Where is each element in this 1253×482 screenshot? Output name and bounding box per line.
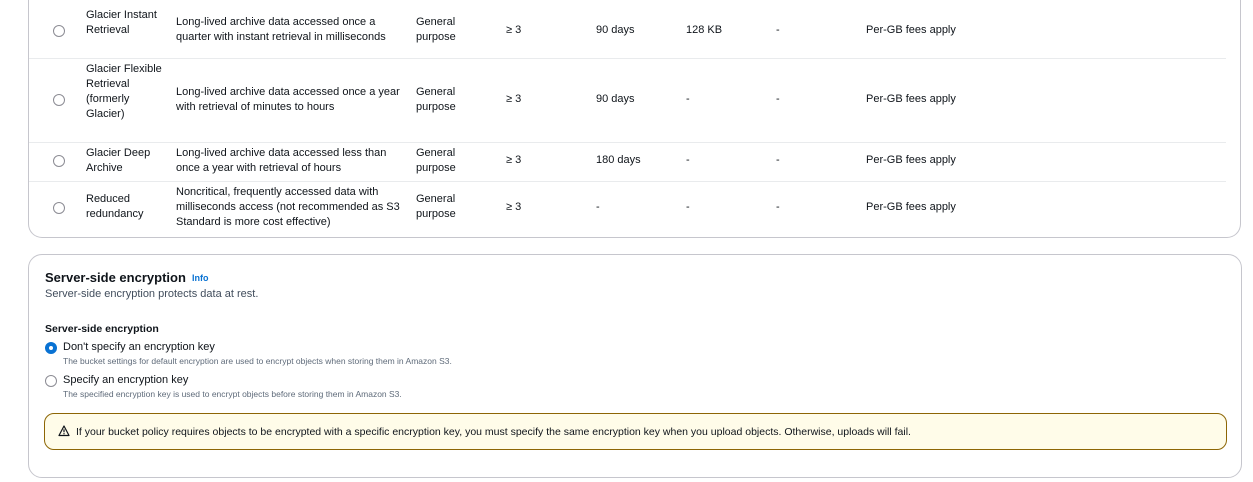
- storage-class-description: Noncritical, frequently accessed data wi…: [176, 186, 400, 228]
- storage-class-radio[interactable]: [53, 202, 65, 214]
- table-row[interactable]: Glacier Deep Archive Long-lived archive …: [29, 142, 1226, 182]
- min-storage-duration: 90 days: [596, 93, 635, 105]
- storage-class-table: Glacier Instant Retrieval Long-lived arc…: [28, 0, 1241, 238]
- availability-zones: ≥ 3: [506, 201, 522, 213]
- info-link[interactable]: Info: [192, 273, 209, 283]
- option-label: Don't specify an encryption key: [63, 341, 215, 353]
- min-object-size: -: [686, 201, 690, 213]
- storage-class-radio[interactable]: [53, 155, 65, 167]
- min-storage-duration: 180 days: [596, 154, 641, 166]
- retrieval-fees: Per-GB fees apply: [866, 154, 956, 166]
- option-hint: The bucket settings for default encrypti…: [63, 356, 452, 366]
- storage-class-radio[interactable]: [53, 25, 65, 37]
- option-label: Specify an encryption key: [63, 374, 189, 386]
- table-row[interactable]: Reduced redundancy Noncritical, frequent…: [29, 181, 1226, 236]
- section-description: Server-side encryption protects data at …: [45, 288, 259, 300]
- radio-default-key[interactable]: [45, 342, 57, 354]
- radio-specify-key[interactable]: [45, 375, 57, 387]
- designed-for: General purpose: [416, 16, 456, 43]
- storage-class-description: Long-lived archive data accessed once a …: [176, 86, 400, 113]
- min-object-size: -: [686, 93, 690, 105]
- retrieval-fees: Per-GB fees apply: [866, 24, 956, 36]
- storage-class-description: Long-lived archive data accessed less th…: [176, 147, 387, 174]
- min-storage-duration: -: [596, 201, 600, 213]
- section-title: Server-side encryption: [45, 270, 186, 285]
- availability-zones: ≥ 3: [506, 93, 522, 105]
- availability-zones: ≥ 3: [506, 24, 522, 36]
- warning-icon: [58, 425, 70, 437]
- storage-class-name: Reduced redundancy: [86, 193, 144, 220]
- server-side-encryption-panel: Server-side encryption Info Server-side …: [28, 254, 1242, 478]
- storage-class-name: Glacier Deep Archive: [86, 147, 151, 174]
- storage-class-name: Glacier Flexible Retrieval (formerly Gla…: [86, 63, 162, 120]
- monitoring-fees: -: [776, 24, 780, 36]
- warning-alert: If your bucket policy requires objects t…: [44, 413, 1227, 450]
- option-hint: The specified encryption key is used to …: [63, 389, 402, 399]
- designed-for: General purpose: [416, 147, 456, 174]
- monitoring-fees: -: [776, 154, 780, 166]
- table-row[interactable]: Glacier Flexible Retrieval (formerly Gla…: [29, 58, 1226, 143]
- table-row[interactable]: Glacier Instant Retrieval Long-lived arc…: [29, 4, 1226, 59]
- storage-class-name: Glacier Instant Retrieval: [86, 9, 157, 36]
- retrieval-fees: Per-GB fees apply: [866, 93, 956, 105]
- retrieval-fees: Per-GB fees apply: [866, 201, 956, 213]
- availability-zones: ≥ 3: [506, 154, 522, 166]
- monitoring-fees: -: [776, 201, 780, 213]
- monitoring-fees: -: [776, 93, 780, 105]
- min-storage-duration: 90 days: [596, 24, 635, 36]
- min-object-size: -: [686, 154, 690, 166]
- min-object-size: 128 KB: [686, 24, 723, 36]
- storage-class-radio[interactable]: [53, 94, 65, 106]
- designed-for: General purpose: [416, 193, 456, 220]
- field-label: Server-side encryption: [45, 323, 159, 335]
- designed-for: General purpose: [416, 86, 456, 113]
- storage-class-description: Long-lived archive data accessed once a …: [176, 16, 386, 43]
- warning-message: If your bucket policy requires objects t…: [76, 426, 911, 438]
